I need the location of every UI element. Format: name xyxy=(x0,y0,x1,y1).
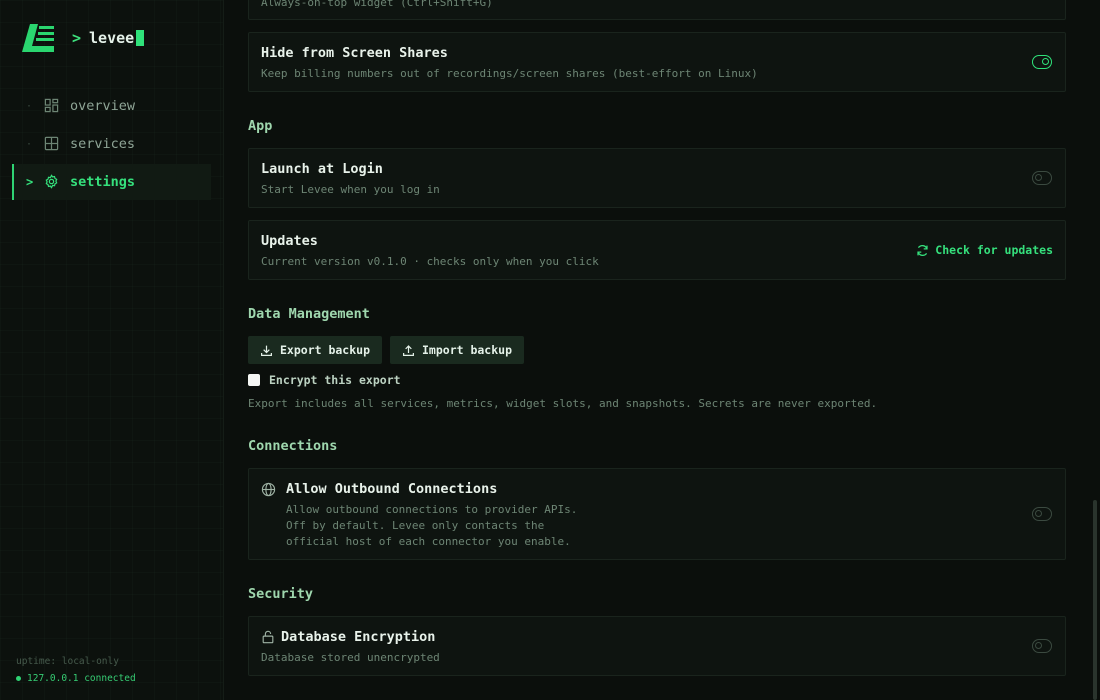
hide-screen-shares-card: Hide from Screen Shares Keep billing num… xyxy=(248,32,1066,92)
card-desc-line-1: Allow outbound connections to provider A… xyxy=(286,503,578,516)
card-desc-line-3: official host of each connector you enab… xyxy=(286,535,571,548)
brand[interactable]: > levee xyxy=(20,22,145,54)
app-name: > levee xyxy=(72,29,145,47)
brand-prompt: > xyxy=(72,29,82,47)
download-icon xyxy=(261,345,272,356)
launch-at-login-toggle[interactable] xyxy=(1032,171,1052,185)
card-title: Allow Outbound Connections xyxy=(286,481,498,497)
section-connections: Connections xyxy=(248,438,338,454)
database-encryption-card: Database Encryption Database stored unen… xyxy=(248,616,1066,676)
gear-icon xyxy=(44,174,60,190)
lock-icon xyxy=(262,630,274,644)
widget-card: Always-on-top widget (Ctrl+Shift+G) xyxy=(248,0,1066,20)
card-title: Updates xyxy=(261,233,318,249)
widget-card-desc: Always-on-top widget (Ctrl+Shift+G) xyxy=(261,0,493,9)
card-desc: Start Levee when you log in xyxy=(261,183,440,196)
settings-panel: Always-on-top widget (Ctrl+Shift+G) Hide… xyxy=(224,0,1100,700)
sidebar-nav: · overview · services > settings xyxy=(12,88,211,202)
check-for-updates-button[interactable]: Check for updates xyxy=(916,243,1053,257)
section-app: App xyxy=(248,118,273,134)
card-title: Launch at Login xyxy=(261,161,383,177)
card-desc: Keep billing numbers out of recordings/s… xyxy=(261,67,758,80)
sidebar-item-services[interactable]: · services xyxy=(12,126,211,162)
connection-status: 127.0.0.1 connected xyxy=(16,673,136,684)
section-security: Security xyxy=(248,586,314,602)
sidebar-item-label: services xyxy=(70,136,136,152)
upload-icon xyxy=(403,344,414,356)
encrypt-export-checkbox[interactable]: Encrypt this export xyxy=(248,373,401,387)
card-desc-line-2: Off by default. Levee only contacts the xyxy=(286,519,545,532)
export-note: Export includes all services, metrics, w… xyxy=(248,397,878,410)
nav-marker: · xyxy=(26,138,33,150)
export-backup-button[interactable]: Export backup xyxy=(248,336,383,364)
connection-dot-icon xyxy=(16,676,21,681)
hide-screen-shares-toggle[interactable] xyxy=(1032,55,1052,69)
card-desc: Database stored unencrypted xyxy=(261,651,440,664)
sidebar-item-settings[interactable]: > settings xyxy=(12,164,211,200)
updates-card: Updates Current version v0.1.0 · checks … xyxy=(248,220,1066,280)
card-title: Hide from Screen Shares xyxy=(261,45,448,61)
scrollbar[interactable] xyxy=(1093,500,1097,700)
connection-text: 127.0.0.1 connected xyxy=(27,673,136,684)
uptime-text: uptime: local-only xyxy=(16,656,119,667)
services-icon xyxy=(44,136,60,152)
globe-icon xyxy=(261,482,276,497)
sidebar-item-overview[interactable]: · overview xyxy=(12,88,211,124)
refresh-icon xyxy=(917,244,928,256)
sidebar-item-label: settings xyxy=(70,174,136,190)
outbound-connections-toggle[interactable] xyxy=(1032,507,1052,521)
brand-title: levee xyxy=(89,29,135,47)
encrypt-export-label: Encrypt this export xyxy=(269,373,401,387)
overview-icon xyxy=(44,98,60,114)
card-desc: Current version v0.1.0 · checks only whe… xyxy=(261,255,599,268)
cursor-block xyxy=(136,30,145,46)
sidebar: > levee · overview · services > settings… xyxy=(0,0,224,700)
nav-marker: · xyxy=(26,100,33,112)
sidebar-item-label: overview xyxy=(70,98,136,114)
database-encryption-toggle[interactable] xyxy=(1032,639,1052,653)
nav-marker: > xyxy=(26,175,34,189)
card-title: Database Encryption xyxy=(281,629,436,645)
check-for-updates-label: Check for updates xyxy=(935,243,1053,257)
outbound-connections-card: Allow Outbound Connections Allow outboun… xyxy=(248,468,1066,560)
import-backup-button[interactable]: Import backup xyxy=(390,336,525,364)
section-data-management: Data Management xyxy=(248,306,370,322)
import-backup-label: Import backup xyxy=(422,343,513,357)
sidebar-status: uptime: local-only 127.0.0.1 connected xyxy=(16,656,136,684)
checkbox-box[interactable] xyxy=(248,374,260,386)
launch-at-login-card: Launch at Login Start Levee when you log… xyxy=(248,148,1066,208)
levee-logo-icon xyxy=(22,24,54,52)
export-backup-label: Export backup xyxy=(280,343,371,357)
